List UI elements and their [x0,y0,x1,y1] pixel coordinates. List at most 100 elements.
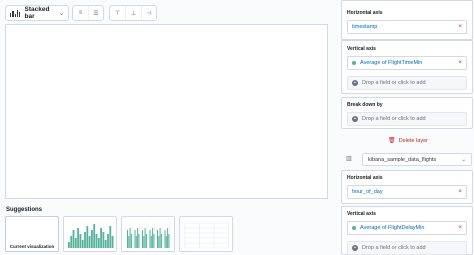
thumbnail-bar [138,234,140,248]
thumbnail-bar [77,228,79,248]
vertical-axis-drop-zone[interactable]: + Drop a field or click to add [347,76,467,90]
thumbnail-bar [167,228,169,248]
thumbnail-bar [137,228,139,248]
thumbnail-bar [128,236,130,248]
thumbnail-bar [159,228,161,248]
thumbnail-bar [142,230,143,248]
horizontal-axis-value: timestamp [352,24,378,30]
index-pattern-select[interactable]: kibana_sample_data_flights ⌄ [362,153,472,166]
chevron-down-icon: ⌄ [461,156,466,163]
thumbnail-bar [93,224,96,248]
remove-icon[interactable]: × [458,225,462,231]
thumbnail-bar [135,236,137,248]
vertical-axis-title: Vertical axis [347,46,376,52]
suggestion-bar-grid[interactable] [121,216,175,252]
thumbnail-bar [86,226,89,248]
vertical-axis-value-2: Average of FlightDelayMin [360,225,425,231]
vertical-axis-section: Vertical axis Average of FlightTimeMin ×… [341,40,473,94]
remove-icon[interactable]: × [458,60,462,66]
horizontal-axis-value-2: hour_of_day [352,189,383,195]
plus-icon: + [352,245,358,251]
vertical-axis-drop-zone-2[interactable]: + Drop a field or click to add [347,241,467,255]
thumbnail-bar [130,234,132,248]
thumbnail-bar [102,232,105,248]
thumbnail-bar [168,234,170,248]
thumbnail-bar [152,228,154,248]
visualization-workspace[interactable] [5,24,328,199]
axis-button-group: ⊤ ⊥ ⊣ [109,5,157,21]
thumbnail-bar [143,236,145,248]
horizontal-axis-section: Horizontal axis timestamp × [341,0,473,40]
layer-config-panel: Horizontal axis timestamp × Vertical axi… [340,0,474,255]
index-pattern-value: kibana_sample_data_flights [368,156,437,163]
vertical-axis-value: Average of FlightTimeMin [360,60,423,66]
horizontal-axis-title: Horizontal axis [347,10,383,16]
thumbnail-bar [111,236,114,248]
thumbnail-bar [91,230,93,248]
legend-button-group: ≡ ☰ [72,5,104,21]
thumbnail-bar [127,230,128,248]
horizontal-axis-field[interactable]: timestamp × [347,20,467,34]
table-thumbnail [184,222,229,249]
series-color-swatch [352,61,356,65]
thumbnail-bar [95,234,98,248]
breakdown-section: Break down by + Drop a field or click to… [341,97,473,129]
horizontal-axis-title: Horizontal axis [347,175,383,181]
chart-type-label: Stacked bar [24,6,50,20]
thumbnail-bar [107,234,109,248]
thumbnail-bar [72,230,75,248]
drop-field-label: Drop a field or click to add [362,80,426,86]
layer-chart-icon: ▥ [346,156,352,162]
thumbnail-bar [84,232,86,248]
chart-type-selector[interactable]: Stacked bar ⌄ [5,5,69,21]
drop-field-label: Drop a field or click to add [362,245,426,251]
thumbnail-bar [88,236,91,248]
trash-icon: 🗑 [388,138,396,144]
thumbnail-bar [158,236,160,248]
bar-chart-icon [10,9,21,17]
thumbnail-bar [74,238,77,248]
thumbnail-bar [160,234,162,248]
suggestions-title: Suggestions [6,207,43,213]
vertical-axis-field[interactable]: Average of FlightTimeMin × [347,56,467,70]
axis-settings-icon[interactable]: ⊤ [110,6,125,20]
thumbnail-bar [149,230,151,248]
remove-icon[interactable]: × [458,189,462,195]
thumbnail-bar [79,234,82,248]
breakdown-drop-zone[interactable]: + Drop a field or click to add [347,112,467,126]
horizontal-axis-field-2[interactable]: hour_of_day × [347,185,467,199]
thumbnail-bar [150,236,152,248]
bar-chart-thumbnail [68,224,114,248]
delete-layer-button[interactable]: 🗑 Delete layer [388,137,428,145]
thumbnail-bar [97,238,100,248]
axis-right-icon[interactable]: ⊣ [140,6,156,20]
thumbnail-bar [81,240,84,248]
drop-field-label: Drop a field or click to add [362,116,426,122]
thumbnail-bar [145,234,147,248]
vertical-axis-title: Vertical axis [347,211,376,217]
list-detail-icon[interactable]: ☰ [87,6,103,20]
thumbnail-bar [134,230,136,248]
chevron-down-icon: ⌄ [58,10,64,17]
thumbnail-bar [100,228,102,248]
vertical-axis-section-2: Vertical axis Average of FlightDelayMin … [341,206,473,255]
vertical-axis-field-2[interactable]: Average of FlightDelayMin × [347,221,467,235]
breakdown-title: Break down by [347,102,383,108]
thumbnail-bar [129,228,131,248]
plus-icon: + [352,116,358,122]
suggestion-label: Current visualization [9,244,55,249]
thumbnail-bar [164,230,166,248]
series-color-swatch [352,226,356,230]
thumbnail-bar [70,236,73,248]
thumbnail-bar [104,240,107,248]
delete-layer-label: Delete layer [398,137,428,144]
plus-icon: + [352,80,358,86]
thumbnail-bar [68,242,70,248]
suggestion-current[interactable]: Current visualization [5,216,59,252]
remove-icon[interactable]: × [458,24,462,30]
suggestion-bar-chart[interactable] [63,216,117,252]
suggestion-table[interactable] [179,216,233,252]
horizontal-axis-section-2: Horizontal axis hour_of_day × [341,170,473,204]
axis-bottom-icon[interactable]: ⊥ [125,6,140,20]
list-icon[interactable]: ≡ [73,6,88,20]
